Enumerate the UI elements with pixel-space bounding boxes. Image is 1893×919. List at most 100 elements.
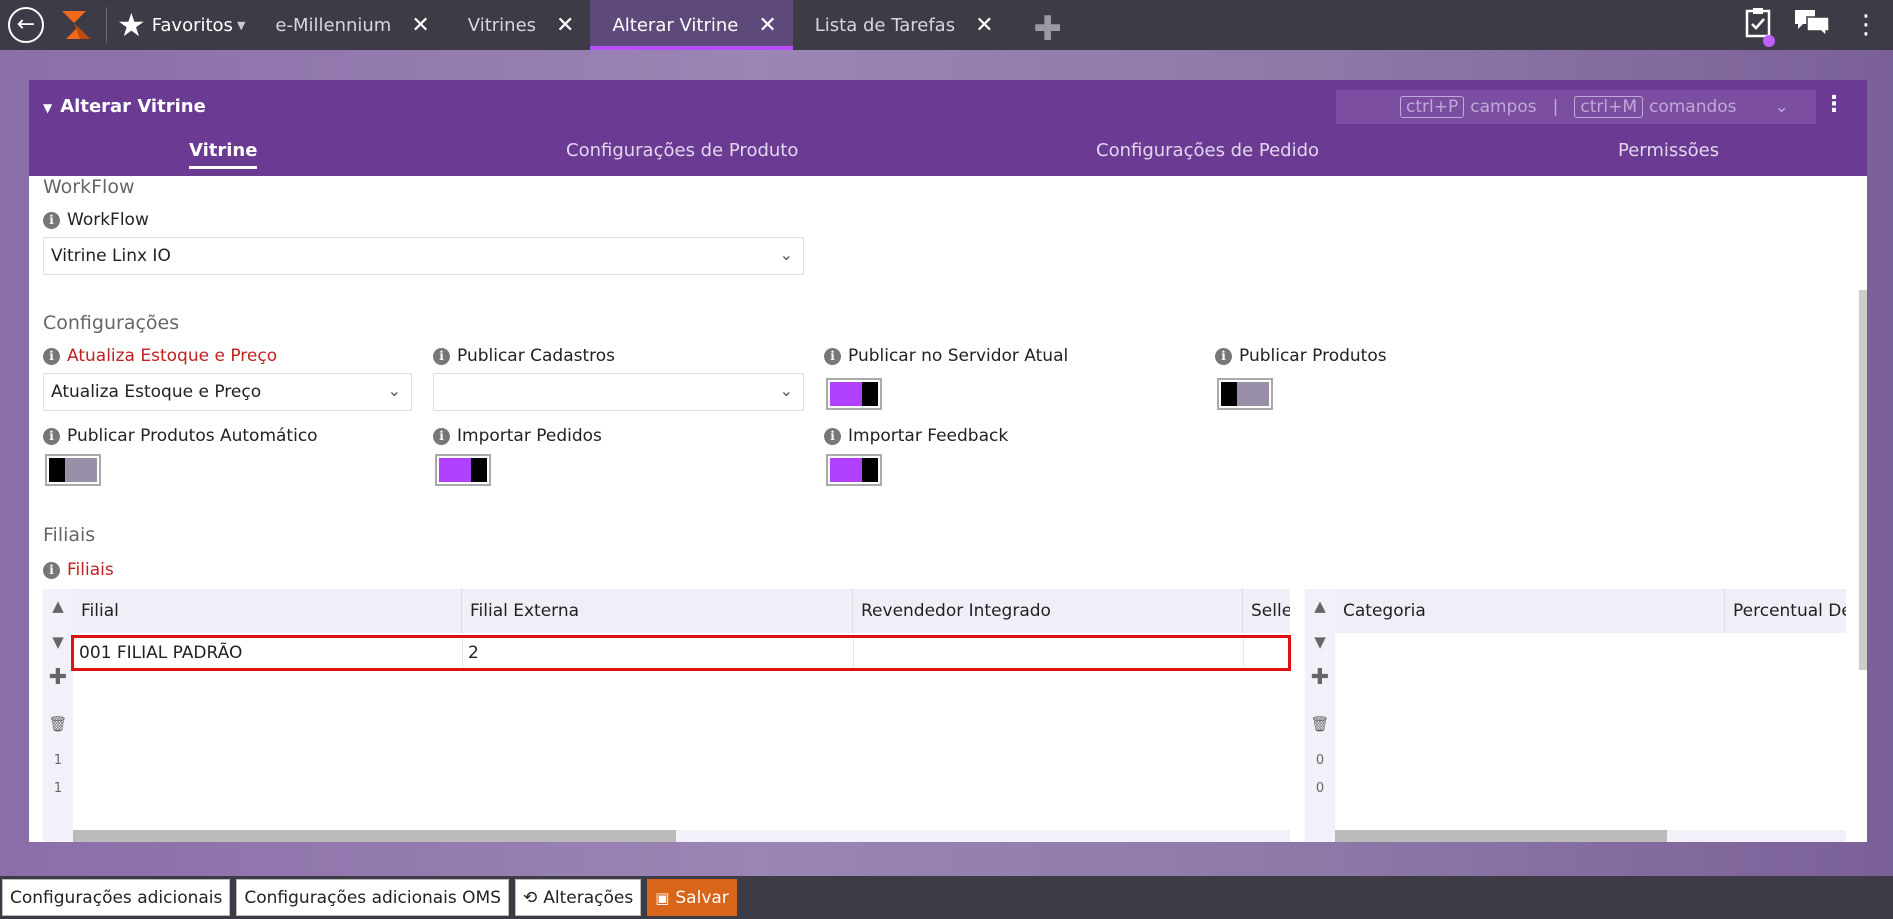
workflow-select[interactable]: Vitrine Linx IO ⌄ xyxy=(43,237,804,275)
grid-body: 001 FILIAL PADRÃO 2 xyxy=(71,633,1291,830)
tab-config-produto[interactable]: Configurações de Produto xyxy=(566,140,798,161)
info-icon[interactable]: i xyxy=(433,427,450,445)
grid-side-controls: ▲ ▼ ✚ 🗑 0 0 xyxy=(1305,589,1335,842)
cell-seller[interactable] xyxy=(1244,638,1288,668)
close-icon[interactable]: ✕ xyxy=(411,13,429,38)
sort-up-icon[interactable]: ▲ xyxy=(43,597,73,615)
shortcut-label: campos xyxy=(1470,97,1537,117)
importar-pedidos-toggle[interactable] xyxy=(435,454,491,486)
tab-vitrines[interactable]: Vitrines ✕ xyxy=(446,0,591,50)
tab-label: e-Millennium xyxy=(275,14,392,36)
top-bar: ← ★ Favoritos ▼ e-Millennium ✕ Vitrines … xyxy=(0,0,1893,50)
publicar-servidor-toggle[interactable] xyxy=(826,378,882,410)
publicar-auto-toggle[interactable] xyxy=(45,454,101,486)
grid-header: Filial Filial Externa Revendedor Integra… xyxy=(73,589,1290,633)
record-count: 0 xyxy=(1315,753,1325,768)
publicar-cadastros-select[interactable]: ⌄ xyxy=(433,373,804,411)
add-row-icon[interactable]: ✚ xyxy=(1305,665,1335,690)
panel-more-icon[interactable]: ⋮ xyxy=(1823,92,1845,117)
section-configuracoes: Configurações xyxy=(43,312,180,334)
add-row-icon[interactable]: ✚ xyxy=(43,665,73,690)
save-button[interactable]: ▣ Salvar xyxy=(647,879,737,916)
notification-dot xyxy=(1763,34,1775,47)
clipboard-check-icon[interactable] xyxy=(1745,6,1775,47)
info-icon[interactable]: i xyxy=(433,347,450,365)
vertical-scrollbar[interactable] xyxy=(1859,290,1867,670)
filiais-label: i Filiais xyxy=(43,560,114,580)
tab-permissoes[interactable]: Permissões xyxy=(1618,140,1719,161)
cell-filial[interactable]: 001 FILIAL PADRÃO xyxy=(74,638,463,668)
shortcut-key: ctrl+M xyxy=(1574,96,1643,118)
info-icon[interactable]: i xyxy=(824,427,841,445)
toggle-knob xyxy=(862,382,878,406)
atualiza-select[interactable]: Atualiza Estoque e Preço ⌄ xyxy=(43,373,412,411)
favorites-label: Favoritos xyxy=(151,14,233,36)
tab-config-pedido[interactable]: Configurações de Pedido xyxy=(1096,140,1319,161)
tab-vitrine[interactable]: Vitrine xyxy=(189,140,258,169)
trash-icon[interactable]: 🗑 xyxy=(1305,715,1335,733)
shortcut-bar[interactable]: ctrl+P campos | ctrl+M comandos ⌄ xyxy=(1336,90,1816,124)
workflow-label: i WorkFlow xyxy=(43,210,149,230)
favorites-menu[interactable]: ★ Favoritos ▼ xyxy=(117,9,245,41)
chevron-down-icon[interactable]: ⌄ xyxy=(1775,97,1789,117)
panel-tabs: Vitrine Configurações de Produto Configu… xyxy=(29,140,1867,176)
horizontal-scrollbar[interactable] xyxy=(1335,830,1667,842)
tab-label: Vitrines xyxy=(467,14,537,36)
table-row[interactable]: 001 FILIAL PADRÃO 2 xyxy=(71,635,1291,671)
section-workflow: WorkFlow xyxy=(43,176,135,198)
config-adicionais-button[interactable]: Configurações adicionais xyxy=(2,879,231,916)
info-icon[interactable]: i xyxy=(43,211,60,229)
tab-alterar-vitrine[interactable]: Alterar Vitrine ✕ xyxy=(590,0,794,50)
grid-header: Categoria Percentual De xyxy=(1335,589,1846,633)
info-icon[interactable]: i xyxy=(43,561,60,579)
importar-feedback-toggle[interactable] xyxy=(826,454,882,486)
col-categoria[interactable]: Categoria xyxy=(1335,589,1725,633)
panel-content: WorkFlow i WorkFlow Vitrine Linx IO ⌄ Con… xyxy=(29,176,1867,842)
chat-icon[interactable] xyxy=(1793,8,1831,43)
divider xyxy=(106,7,107,43)
sort-down-icon[interactable]: ▼ xyxy=(43,633,73,651)
collapse-icon[interactable]: ▼ xyxy=(43,101,52,115)
publicar-servidor-label: i Publicar no Servidor Atual xyxy=(824,346,1068,366)
col-revendedor[interactable]: Revendedor Integrado xyxy=(853,589,1243,633)
col-filial-externa[interactable]: Filial Externa xyxy=(462,589,853,633)
alteracoes-button[interactable]: ⟲ Alterações xyxy=(515,879,642,916)
horizontal-scrollbar[interactable] xyxy=(73,830,676,842)
filiais-grid: ▲ ▼ ✚ 🗑 1 1 Filial Filial Externa Revend… xyxy=(43,589,1291,842)
info-icon[interactable]: i xyxy=(1215,347,1232,365)
col-seller[interactable]: Selle xyxy=(1243,589,1290,633)
add-tab-icon[interactable]: ✚ xyxy=(1034,9,1063,49)
info-icon[interactable]: i xyxy=(43,427,60,445)
config-adicionais-oms-button[interactable]: Configurações adicionais OMS xyxy=(236,879,509,916)
toggle-knob xyxy=(471,458,487,482)
star-icon: ★ xyxy=(117,6,146,44)
close-icon[interactable]: ✕ xyxy=(975,13,993,38)
shortcut-label: comandos xyxy=(1648,97,1737,117)
atualiza-label: i Atualiza Estoque e Preço xyxy=(43,346,277,366)
alterar-vitrine-panel: ▼ Alterar Vitrine ctrl+P campos | ctrl+M … xyxy=(29,80,1867,842)
trash-icon[interactable]: 🗑 xyxy=(43,715,73,733)
col-filial[interactable]: Filial xyxy=(73,589,462,633)
close-icon[interactable]: ✕ xyxy=(556,13,574,38)
more-vertical-icon[interactable]: ⋮ xyxy=(1853,10,1879,40)
publicar-produtos-toggle[interactable] xyxy=(1217,378,1273,410)
grid-body xyxy=(1335,633,1846,830)
record-count: 1 xyxy=(53,781,63,796)
cell-filial-externa[interactable]: 2 xyxy=(463,638,854,668)
cell-revendedor[interactable] xyxy=(854,638,1244,668)
info-icon[interactable]: i xyxy=(43,347,60,365)
sort-down-icon[interactable]: ▼ xyxy=(1305,633,1335,651)
caret-down-icon: ▼ xyxy=(236,18,246,32)
panel-header: ▼ Alterar Vitrine ctrl+P campos | ctrl+M … xyxy=(29,80,1867,176)
back-icon[interactable]: ← xyxy=(8,7,44,43)
sort-up-icon[interactable]: ▲ xyxy=(1305,597,1335,615)
app-logo-icon[interactable] xyxy=(56,5,96,45)
close-icon[interactable]: ✕ xyxy=(758,13,776,38)
col-percentual[interactable]: Percentual De xyxy=(1725,589,1846,633)
panel-title[interactable]: ▼ Alterar Vitrine xyxy=(43,96,206,117)
info-icon[interactable]: i xyxy=(824,347,841,365)
tab-e-millennium[interactable]: e-Millennium ✕ xyxy=(253,0,445,50)
toggle-knob xyxy=(49,458,65,482)
tab-lista-de-tarefas[interactable]: Lista de Tarefas ✕ xyxy=(793,0,1010,50)
grid-side-controls: ▲ ▼ ✚ 🗑 1 1 xyxy=(43,589,73,842)
